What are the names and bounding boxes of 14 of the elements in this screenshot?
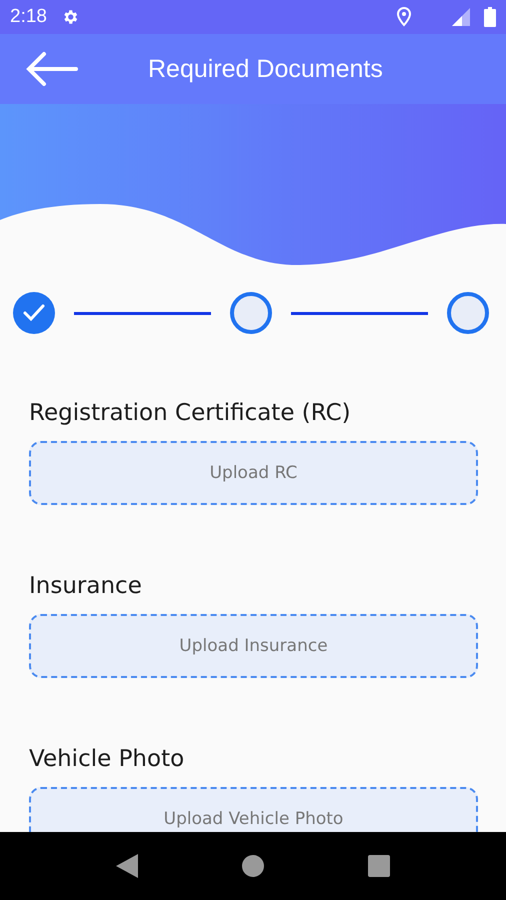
back-button[interactable] [26,51,78,87]
back-nav-icon[interactable] [116,854,138,878]
status-time: 2:18 [10,6,47,28]
upload-button[interactable]: Upload Vehicle Photo [29,787,478,832]
page-title: Required Documents [148,54,383,84]
location-icon [396,7,412,27]
signal-icon [452,8,470,26]
home-nav-icon[interactable] [242,855,264,877]
document-label: Insurance [29,573,143,599]
upload-button[interactable]: Upload Insurance [29,614,478,678]
document-label: Vehicle Photo [29,746,186,772]
document-label: Registration Certificate (RC) [29,400,352,426]
battery-icon [484,7,496,27]
upload-button[interactable]: Upload RC [29,441,478,505]
